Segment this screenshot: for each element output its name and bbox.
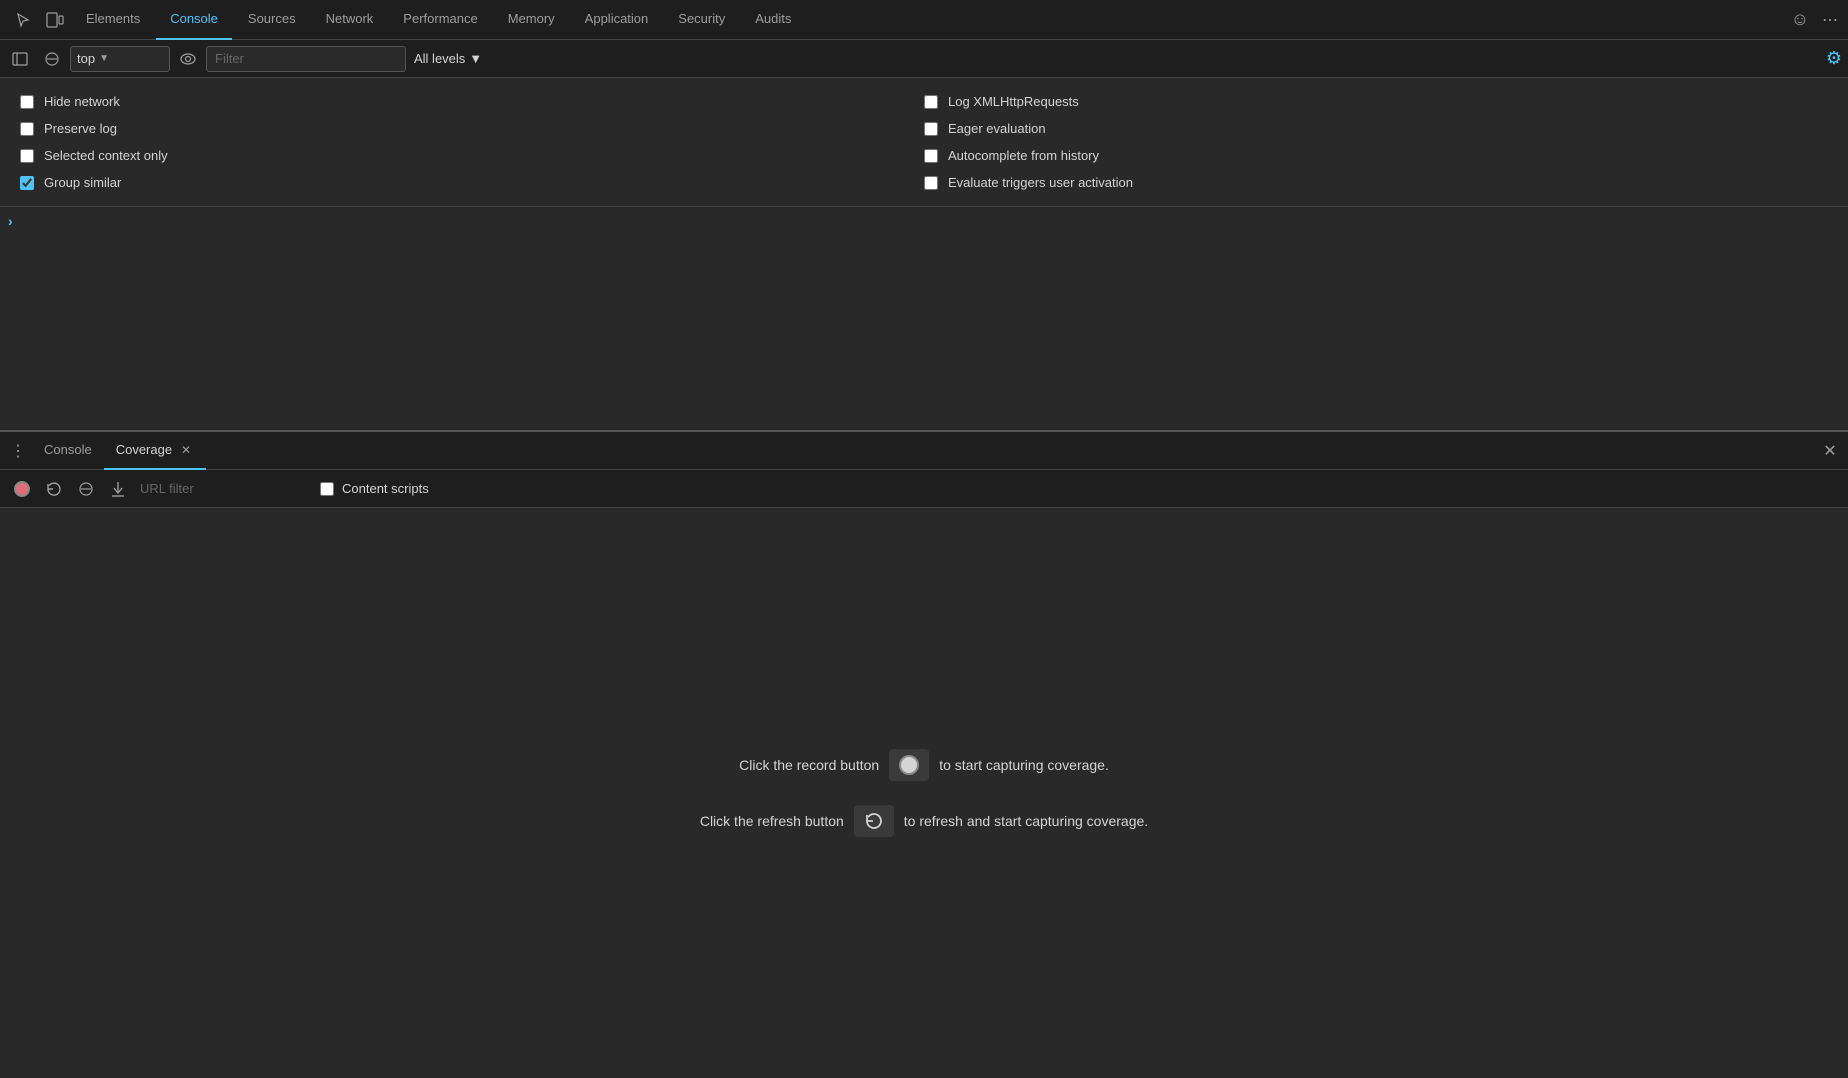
console-filter-input[interactable] [206, 46, 406, 72]
refresh-hint: Click the refresh button to refresh and … [700, 805, 1148, 837]
levels-arrow-icon: ▼ [469, 51, 482, 66]
log-levels-dropdown[interactable]: All levels ▼ [410, 51, 486, 66]
autocomplete-label[interactable]: Autocomplete from history [948, 148, 1099, 163]
context-dropdown-arrow: ▼ [99, 53, 109, 64]
eager-eval-label[interactable]: Eager evaluation [948, 121, 1046, 136]
feedback-icon[interactable]: ☺ [1786, 6, 1814, 34]
console-content: › [0, 207, 1848, 233]
log-xmlhttp-row: Log XMLHttpRequests [924, 88, 1828, 115]
settings-right-column: Log XMLHttpRequests Eager evaluation Aut… [924, 88, 1828, 196]
record-hint: Click the record button to start capturi… [739, 749, 1109, 781]
refresh-hint-badge [854, 805, 894, 837]
group-similar-checkbox[interactable] [20, 176, 34, 190]
selected-context-checkbox[interactable] [20, 149, 34, 163]
console-output-area[interactable]: › [0, 207, 1848, 430]
preserve-log-checkbox[interactable] [20, 122, 34, 136]
selected-context-label[interactable]: Selected context only [44, 148, 168, 163]
eager-eval-row: Eager evaluation [924, 115, 1828, 142]
tab-bar-right: ☺ ⋯ [1786, 6, 1840, 34]
eye-icon[interactable] [174, 45, 202, 73]
content-scripts-checkbox[interactable] [320, 482, 334, 496]
hide-network-row: Hide network [20, 88, 924, 115]
tab-security[interactable]: Security [664, 0, 739, 40]
top-tab-bar: Elements Console Sources Network Perform… [0, 0, 1848, 40]
bottom-tab-bar: ⋮ Console Coverage ✕ ✕ [0, 432, 1848, 470]
tab-performance[interactable]: Performance [389, 0, 491, 40]
log-xmlhttp-checkbox[interactable] [924, 95, 938, 109]
content-scripts-row: Content scripts [320, 481, 429, 496]
more-options-icon[interactable]: ⋯ [1822, 10, 1840, 30]
content-scripts-label[interactable]: Content scripts [342, 481, 429, 496]
autocomplete-checkbox[interactable] [924, 149, 938, 163]
console-prompt-arrow: › [8, 213, 13, 229]
tab-bar-left: Elements Console Sources Network Perform… [8, 0, 805, 40]
console-toolbar: top ▼ All levels ▼ ⚙ [0, 40, 1848, 78]
bottom-tab-coverage[interactable]: Coverage ✕ [104, 432, 206, 470]
record-hint-circle-icon [899, 755, 919, 775]
preserve-log-label[interactable]: Preserve log [44, 121, 117, 136]
tab-application[interactable]: Application [571, 0, 663, 40]
tab-memory[interactable]: Memory [494, 0, 569, 40]
tab-audits[interactable]: Audits [741, 0, 805, 40]
bottom-tab-console[interactable]: Console [32, 432, 104, 470]
context-selector[interactable]: top ▼ [70, 46, 170, 72]
evaluate-triggers-row: Evaluate triggers user activation [924, 169, 1828, 196]
close-panel-button[interactable]: ✕ [1816, 437, 1844, 465]
evaluate-triggers-label[interactable]: Evaluate triggers user activation [948, 175, 1133, 190]
panel-more-icon[interactable]: ⋮ [4, 437, 32, 465]
device-icon[interactable] [40, 5, 70, 35]
cursor-icon[interactable] [8, 5, 38, 35]
bottom-panel: ⋮ Console Coverage ✕ ✕ [0, 430, 1848, 1078]
tab-console[interactable]: Console [156, 0, 232, 40]
tab-network[interactable]: Network [312, 0, 388, 40]
autocomplete-row: Autocomplete from history [924, 142, 1828, 169]
tab-elements[interactable]: Elements [72, 0, 154, 40]
console-section: top ▼ All levels ▼ ⚙ [0, 40, 1848, 430]
coverage-toolbar: Content scripts [0, 470, 1848, 508]
record-circle-icon [14, 481, 30, 497]
group-similar-row: Group similar [20, 169, 924, 196]
settings-gear-icon[interactable]: ⚙ [1826, 48, 1842, 69]
console-settings-panel: Hide network Preserve log Selected conte… [0, 78, 1848, 207]
bottom-tab-right: ✕ [1816, 437, 1844, 465]
coverage-content-area: Click the record button to start capturi… [0, 508, 1848, 1078]
eager-eval-checkbox[interactable] [924, 122, 938, 136]
group-similar-label[interactable]: Group similar [44, 175, 121, 190]
tab-sources[interactable]: Sources [234, 0, 310, 40]
hide-network-label[interactable]: Hide network [44, 94, 120, 109]
settings-left-column: Hide network Preserve log Selected conte… [20, 88, 924, 196]
export-coverage-button[interactable] [104, 475, 132, 503]
refresh-hint-icon [864, 811, 884, 831]
sidebar-toggle-icon[interactable] [6, 45, 34, 73]
hide-network-checkbox[interactable] [20, 95, 34, 109]
url-filter-input[interactable] [136, 481, 316, 496]
devtools-window: Elements Console Sources Network Perform… [0, 0, 1848, 1078]
start-recording-button[interactable] [8, 475, 36, 503]
record-hint-badge [889, 749, 929, 781]
close-coverage-tab-icon[interactable]: ✕ [178, 442, 194, 458]
clear-console-icon[interactable] [38, 45, 66, 73]
settings-grid: Hide network Preserve log Selected conte… [20, 88, 1828, 196]
log-xmlhttp-label[interactable]: Log XMLHttpRequests [948, 94, 1079, 109]
selected-context-row: Selected context only [20, 142, 924, 169]
preserve-log-row: Preserve log [20, 115, 924, 142]
evaluate-triggers-checkbox[interactable] [924, 176, 938, 190]
stop-recording-button[interactable] [72, 475, 100, 503]
refresh-recording-button[interactable] [40, 475, 68, 503]
